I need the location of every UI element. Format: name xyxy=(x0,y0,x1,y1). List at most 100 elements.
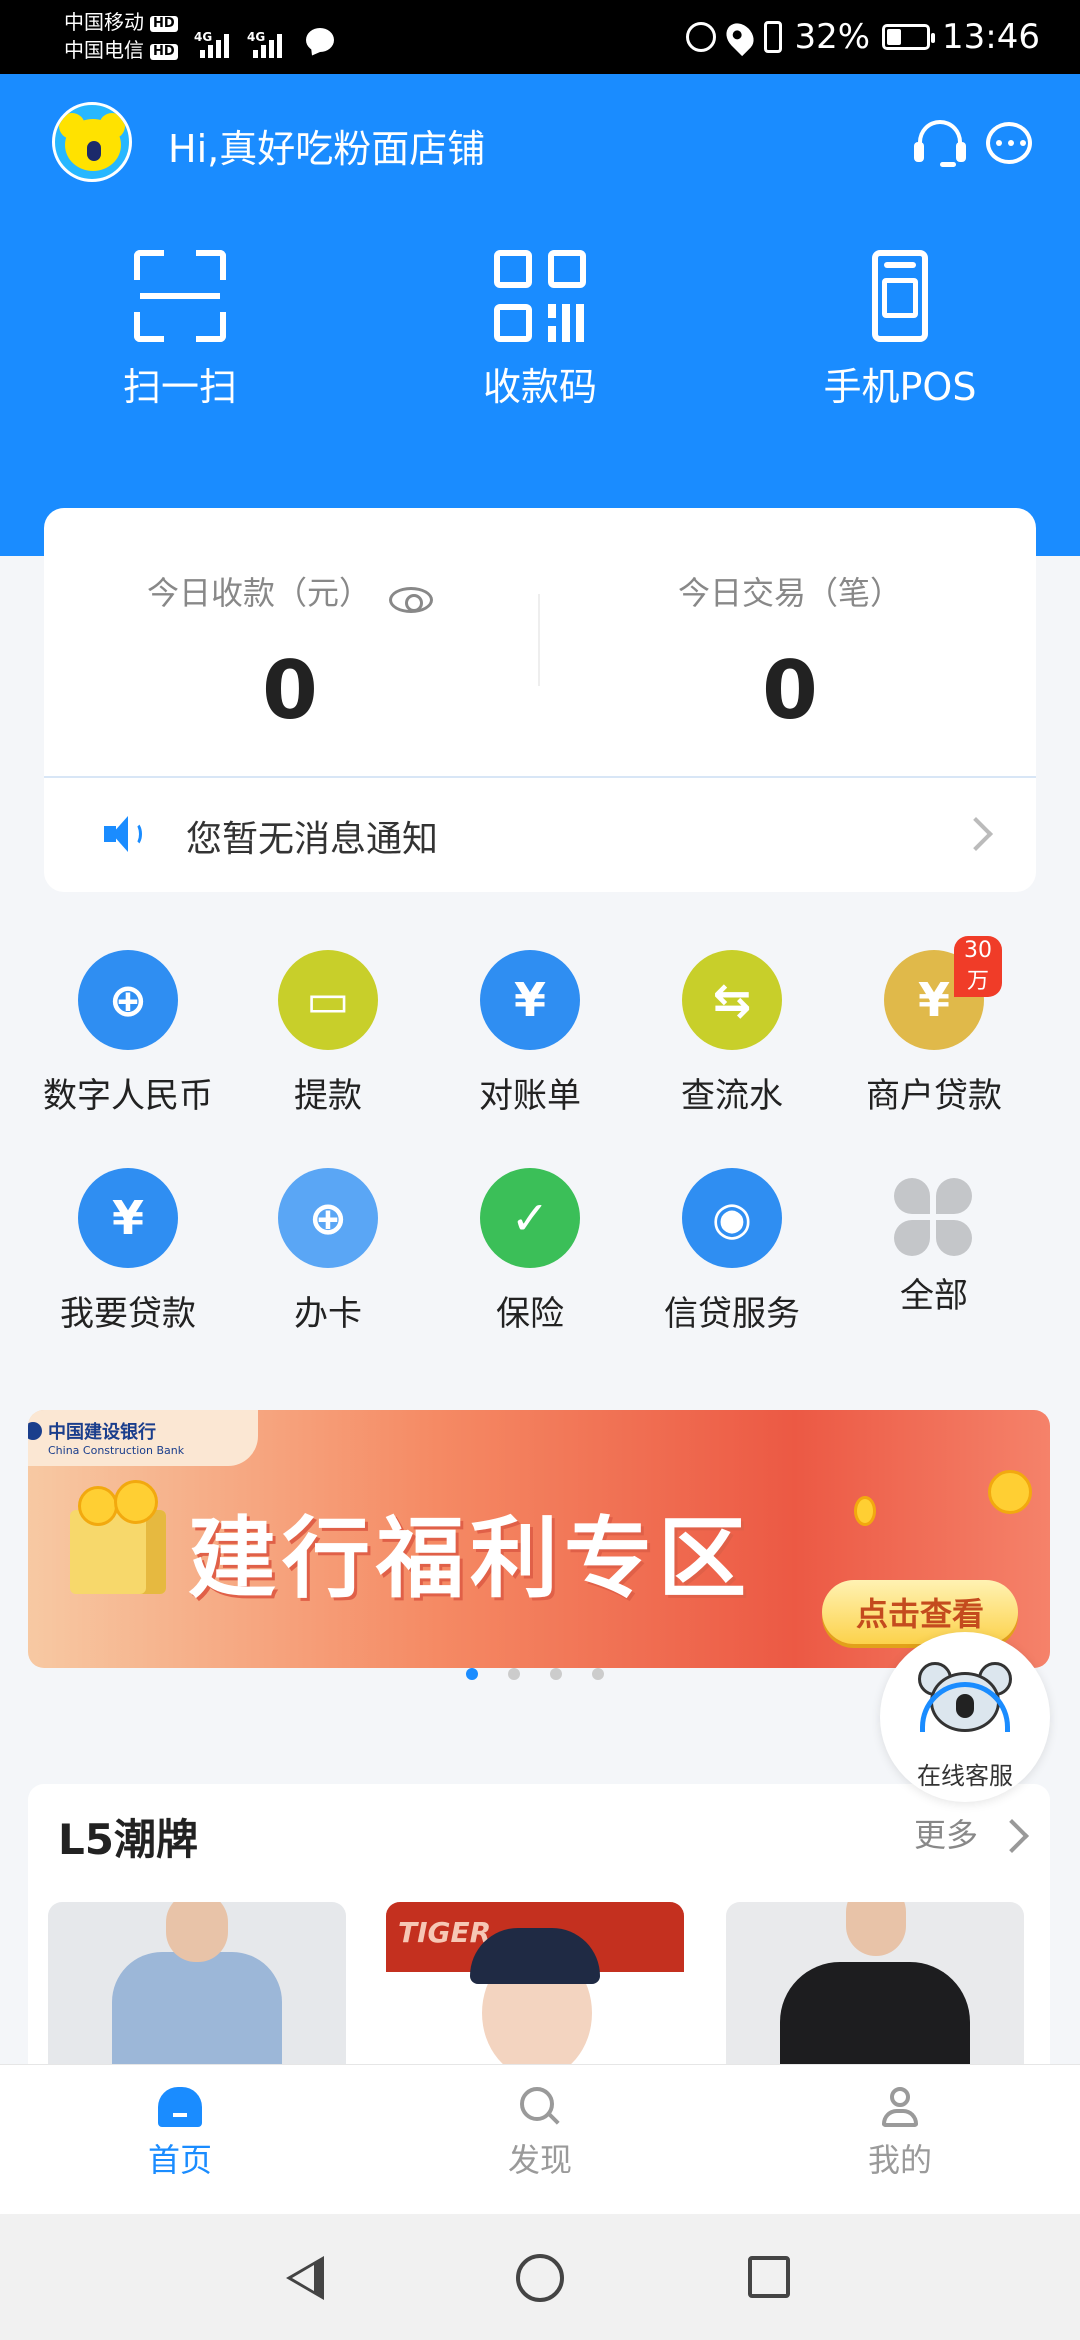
statement-icon: ¥ xyxy=(480,950,580,1050)
money-bag-icon: ¥ 30万 xyxy=(884,936,1002,1050)
today-transactions-label: 今日交易（笔） xyxy=(677,574,902,612)
service-label: 信贷服务 xyxy=(664,1294,800,1334)
battery-icon xyxy=(882,24,936,50)
greeting-text: Hi,真好吃粉面店铺 xyxy=(168,127,486,171)
tab-discover-label: 发现 xyxy=(507,2141,572,2179)
today-income: 今日收款（元） 0 xyxy=(90,568,490,737)
loan-amount-badge: 30万 xyxy=(954,936,1002,997)
pos-icon xyxy=(854,250,946,342)
transfer-icon: ⇆ xyxy=(682,950,782,1050)
coin-icon xyxy=(114,1480,158,1524)
service-all[interactable]: 全部 xyxy=(834,1168,1034,1317)
hd-badge: HD xyxy=(150,43,178,60)
chevron-right-icon[interactable] xyxy=(995,1819,1029,1853)
promo-banner[interactable]: 中国建设银行 China Construction Bank 建行福利专区 点击… xyxy=(28,1410,1050,1668)
banner-title: 建行福利专区 xyxy=(188,1507,753,1610)
notice-text: 您暂无消息通知 xyxy=(186,819,439,860)
service-insurance[interactable]: ✓ 保险 xyxy=(430,1168,630,1335)
bank-logo: 中国建设银行 China Construction Bank xyxy=(28,1410,258,1466)
back-icon[interactable] xyxy=(286,2256,324,2300)
speaker-icon xyxy=(104,816,144,852)
home-button-icon[interactable] xyxy=(516,2254,564,2302)
stats-card: 今日收款（元） 0 今日交易（笔） 0 您暂无消息通知 xyxy=(44,508,1036,892)
divider xyxy=(538,594,540,686)
status-bar: 中国移动 HD 中国电信 HD 4G 4G 32% 13:46 xyxy=(0,0,1080,74)
service-label: 数字人民币 xyxy=(43,1076,213,1116)
coin-icon xyxy=(78,1486,118,1526)
service-label: 保险 xyxy=(496,1294,564,1334)
all-apps-icon xyxy=(894,1178,974,1258)
bank-name-en: China Construction Bank xyxy=(48,1444,185,1457)
coin-icon xyxy=(988,1470,1032,1514)
service-label: 查流水 xyxy=(681,1076,783,1116)
service-apply-loan[interactable]: ¥ 我要贷款 xyxy=(28,1168,228,1335)
tab-home-label: 首页 xyxy=(147,2141,212,2179)
signal-icon: 4G xyxy=(247,30,282,58)
carrier2-label: 中国电信 xyxy=(64,38,144,62)
credit-bag-icon: ◉ xyxy=(682,1168,782,1268)
mobile-pos-button[interactable]: 手机POS xyxy=(800,250,1000,411)
message-notification-icon xyxy=(306,28,334,52)
koala-mascot-icon xyxy=(918,1662,1012,1742)
section-title: L5潮牌 xyxy=(58,1815,198,1864)
system-navigation-bar xyxy=(0,2214,1080,2340)
more-link[interactable]: 更多 xyxy=(914,1810,978,1856)
carousel-dot xyxy=(466,1668,478,1680)
tab-mine-label: 我的 xyxy=(867,2141,932,2179)
carrier1-label: 中国移动 xyxy=(64,10,144,34)
avatar[interactable] xyxy=(52,102,132,182)
carousel-dot xyxy=(592,1668,604,1680)
today-income-value: 0 xyxy=(262,644,318,737)
today-income-label: 今日收款（元） xyxy=(146,574,371,612)
payment-code-button[interactable]: 收款码 xyxy=(440,250,640,411)
wallet-icon: ▭ xyxy=(278,950,378,1050)
loan-hand-icon: ¥ xyxy=(78,1168,178,1268)
tab-mine[interactable]: 我的 xyxy=(800,2087,1000,2181)
service-label: 全部 xyxy=(900,1276,968,1316)
qr-code-icon xyxy=(494,250,586,342)
service-label: 提款 xyxy=(294,1076,362,1116)
service-transactions[interactable]: ⇆ 查流水 xyxy=(632,950,832,1117)
today-transactions-value: 0 xyxy=(762,644,818,737)
service-label: 商户贷款 xyxy=(866,1076,1002,1116)
service-digital-rmb[interactable]: ⊕ 数字人民币 xyxy=(28,950,228,1117)
notice-bar[interactable]: 您暂无消息通知 xyxy=(44,778,1036,892)
mobile-pos-label: 手机POS xyxy=(823,365,977,409)
tab-discover[interactable]: 发现 xyxy=(440,2087,640,2181)
online-service-button[interactable]: 在线客服 xyxy=(880,1632,1050,1802)
shield-icon: ✓ xyxy=(480,1168,580,1268)
payment-code-label: 收款码 xyxy=(482,365,597,409)
user-icon xyxy=(878,2087,922,2127)
ccb-logo-icon xyxy=(28,1422,42,1440)
messages-icon[interactable] xyxy=(984,118,1036,170)
recent-apps-icon[interactable] xyxy=(748,2256,790,2298)
signal-icon: 4G xyxy=(194,30,229,58)
digital-rmb-icon: ⊕ xyxy=(78,950,178,1050)
service-merchant-loan[interactable]: ¥ 30万 商户贷款 xyxy=(834,936,1034,1117)
tab-home[interactable]: 首页 xyxy=(80,2087,280,2181)
battery-percent: 32% xyxy=(794,17,871,57)
service-label: 我要贷款 xyxy=(60,1294,196,1334)
header: Hi,真好吃粉面店铺 扫一扫 收款码 手机POS xyxy=(0,74,1080,556)
coin-icon xyxy=(854,1496,876,1526)
carrier-info: 中国移动 HD 中国电信 HD xyxy=(64,8,178,64)
service-statement[interactable]: ¥ 对账单 xyxy=(430,950,630,1117)
chevron-right-icon xyxy=(959,817,993,851)
network-type: 4G xyxy=(247,30,266,44)
service-withdraw[interactable]: ▭ 提款 xyxy=(228,950,428,1117)
location-icon xyxy=(721,17,760,57)
service-apply-card[interactable]: ⊕ 办卡 xyxy=(228,1168,428,1335)
service-label: 办卡 xyxy=(294,1294,362,1334)
clock: 13:46 xyxy=(942,17,1040,57)
scan-button[interactable]: 扫一扫 xyxy=(80,250,280,411)
brand-logo: TIGER xyxy=(398,1916,492,1949)
service-credit[interactable]: ◉ 信贷服务 xyxy=(632,1168,832,1335)
carousel-dot xyxy=(550,1668,562,1680)
hd-badge: HD xyxy=(150,15,178,32)
alarm-icon xyxy=(686,22,717,52)
card-icon: ⊕ xyxy=(278,1168,378,1268)
vibrate-icon xyxy=(764,21,783,53)
customer-service-icon[interactable] xyxy=(914,118,966,170)
eye-icon[interactable] xyxy=(389,586,433,613)
carousel-dot xyxy=(508,1668,520,1680)
